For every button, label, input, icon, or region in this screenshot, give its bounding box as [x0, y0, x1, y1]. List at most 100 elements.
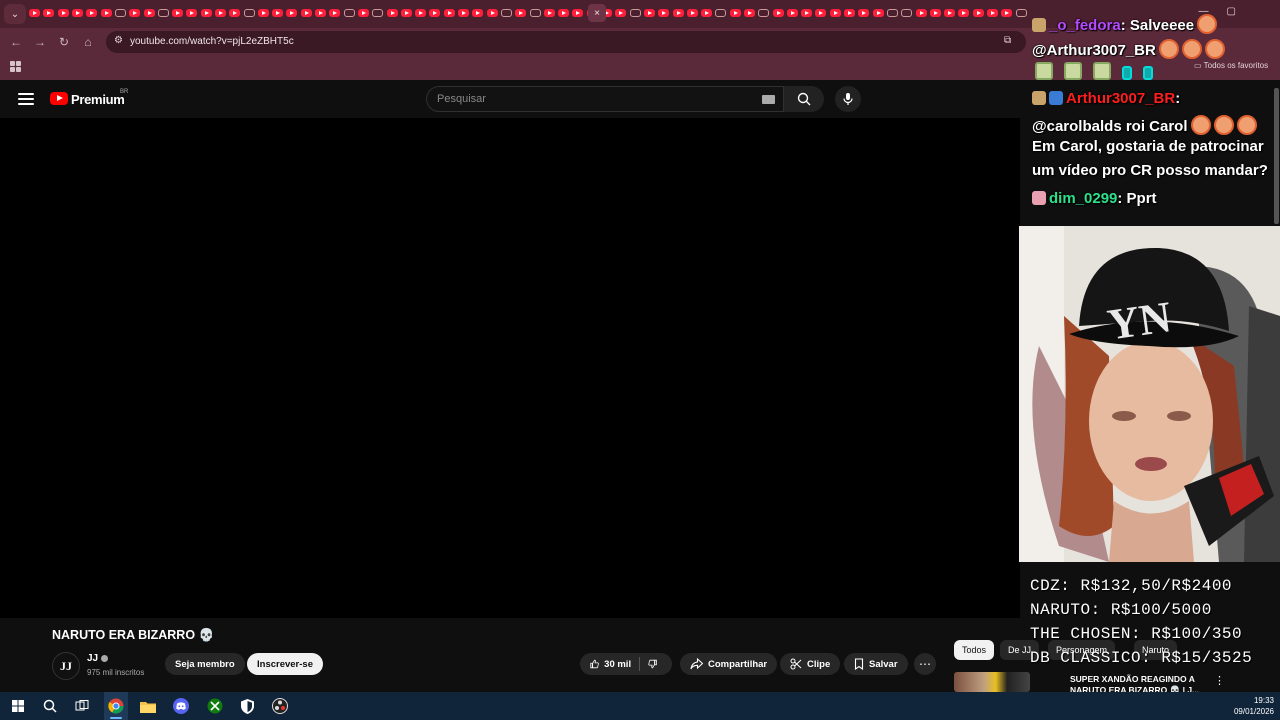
browser-tab[interactable]: [1000, 6, 1013, 20]
youtube-logo-icon[interactable]: [50, 92, 68, 105]
hamburger-menu-icon[interactable]: [18, 93, 34, 105]
browser-tab[interactable]: [757, 6, 770, 20]
browser-tab[interactable]: [200, 6, 213, 20]
browser-tab[interactable]: [400, 6, 413, 20]
browser-tab[interactable]: [257, 6, 270, 20]
browser-tab[interactable]: [314, 6, 327, 20]
tab-search-button[interactable]: ⌄: [4, 4, 26, 24]
home-icon[interactable]: ⌂: [80, 34, 96, 50]
recommended-menu-icon[interactable]: ⋮: [1214, 674, 1225, 687]
browser-tab[interactable]: [300, 6, 313, 20]
browser-tab[interactable]: [957, 6, 970, 20]
browser-tab[interactable]: [614, 6, 627, 20]
browser-tab[interactable]: [428, 6, 441, 20]
recommended-thumbnail[interactable]: [954, 672, 1030, 692]
youtube-premium-brand[interactable]: Premium: [71, 92, 125, 107]
like-count[interactable]: 30 mil: [604, 659, 631, 670]
browser-tab[interactable]: [943, 6, 956, 20]
browser-tab[interactable]: [71, 6, 84, 20]
recommended-video[interactable]: SUPER XANDÃO REAGINDO A NARUTO ERA BIZAR…: [952, 672, 1280, 695]
subscribe-button[interactable]: Inscrever-se: [247, 653, 323, 675]
forward-icon[interactable]: →: [32, 34, 48, 50]
browser-tab[interactable]: [814, 6, 827, 20]
browser-tab[interactable]: [557, 6, 570, 20]
discord-icon[interactable]: [172, 697, 190, 715]
browser-tab[interactable]: [657, 6, 670, 20]
browser-tab[interactable]: [829, 6, 842, 20]
security-shield-icon[interactable]: [238, 697, 256, 715]
browser-tab[interactable]: [57, 6, 70, 20]
browser-tab[interactable]: [843, 6, 856, 20]
browser-tab[interactable]: [271, 6, 284, 20]
chat-username[interactable]: Arthur3007_BR: [1066, 90, 1175, 107]
browser-tab[interactable]: [528, 6, 541, 20]
browser-tab[interactable]: [242, 6, 255, 20]
browser-tab[interactable]: [643, 6, 656, 20]
system-clock[interactable]: 19:33 09/01/2026: [1234, 695, 1274, 717]
browser-tab[interactable]: [671, 6, 684, 20]
back-icon[interactable]: ←: [8, 34, 24, 50]
voice-search-button[interactable]: [835, 86, 861, 112]
browser-tab[interactable]: [457, 6, 470, 20]
chrome-icon[interactable]: [107, 697, 125, 715]
search-button[interactable]: [784, 86, 824, 112]
clip-button[interactable]: Clipe: [780, 653, 841, 675]
browser-tab[interactable]: [385, 6, 398, 20]
thumbs-up-icon[interactable]: [590, 658, 599, 670]
browser-tab[interactable]: [114, 6, 127, 20]
browser-tab[interactable]: [700, 6, 713, 20]
more-actions-button[interactable]: ⋯: [914, 653, 936, 675]
browser-tab[interactable]: [185, 6, 198, 20]
active-tab-close-button[interactable]: ×: [588, 4, 606, 22]
browser-tab[interactable]: [471, 6, 484, 20]
chat-username[interactable]: dim_0299: [1049, 190, 1117, 207]
browser-tab[interactable]: [157, 6, 170, 20]
browser-tab[interactable]: [886, 6, 899, 20]
browser-tab[interactable]: [686, 6, 699, 20]
browser-tab[interactable]: [371, 6, 384, 20]
browser-tab[interactable]: [800, 6, 813, 20]
file-explorer-icon[interactable]: [139, 697, 157, 715]
filter-chip[interactable]: Todos: [954, 640, 995, 660]
browser-tab[interactable]: [743, 6, 756, 20]
reload-icon[interactable]: ↻: [56, 34, 72, 50]
save-button[interactable]: Salvar: [844, 653, 908, 675]
browser-tab[interactable]: [786, 6, 799, 20]
apps-icon[interactable]: [10, 61, 21, 72]
site-info-icon[interactable]: ⚙: [114, 35, 128, 49]
windows-start-icon[interactable]: [9, 697, 27, 715]
address-bar[interactable]: ⚙ youtube.com/watch?v=pjL2eZBHT5c ⧉: [106, 31, 1026, 53]
browser-tab[interactable]: [514, 6, 527, 20]
share-button[interactable]: Compartilhar: [680, 653, 778, 675]
search-input[interactable]: [437, 92, 737, 106]
browser-tab[interactable]: [142, 6, 155, 20]
browser-tab[interactable]: [214, 6, 227, 20]
browser-tab[interactable]: [857, 6, 870, 20]
browser-tab[interactable]: [128, 6, 141, 20]
browser-tab[interactable]: [42, 6, 55, 20]
browser-tab[interactable]: [771, 6, 784, 20]
browser-tab[interactable]: [500, 6, 513, 20]
browser-tab[interactable]: [328, 6, 341, 20]
browser-tab[interactable]: [900, 6, 913, 20]
browser-tab[interactable]: [571, 6, 584, 20]
browser-tab[interactable]: [986, 6, 999, 20]
channel-name[interactable]: JJ: [87, 653, 98, 664]
chat-username[interactable]: _o_fedora: [1049, 17, 1121, 34]
join-button[interactable]: Seja membro: [165, 653, 245, 675]
browser-tab[interactable]: [486, 6, 499, 20]
browser-tab[interactable]: [343, 6, 356, 20]
keyboard-icon[interactable]: [762, 95, 775, 104]
browser-tab[interactable]: [929, 6, 942, 20]
browser-tab[interactable]: [28, 6, 41, 20]
browser-tab[interactable]: [628, 6, 641, 20]
scrollbar-thumb[interactable]: [1274, 88, 1279, 224]
obs-icon[interactable]: [271, 697, 289, 715]
channel-avatar[interactable]: JJ: [52, 652, 80, 680]
browser-tab[interactable]: [714, 6, 727, 20]
search-icon[interactable]: [41, 697, 59, 715]
browser-tab[interactable]: [443, 6, 456, 20]
browser-tab[interactable]: [357, 6, 370, 20]
task-view-icon[interactable]: [73, 697, 91, 715]
browser-tab[interactable]: [972, 6, 985, 20]
